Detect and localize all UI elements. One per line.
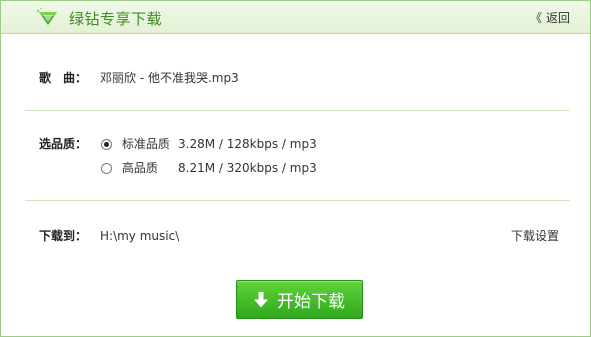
back-button[interactable]: 《返回 (530, 9, 570, 26)
green-diamond-logo-icon (36, 7, 57, 25)
song-name: 邓丽欣 - 他不准我哭.mp3 (100, 71, 239, 85)
back-label: 返回 (545, 11, 570, 25)
song-label: 歌 曲： (39, 71, 88, 85)
quality-label: 选品质： (39, 137, 88, 151)
quality-option-detail: 8.21M / 320kbps / mp3 (178, 161, 317, 175)
quality-label-row: 选品质： (39, 135, 87, 152)
radio-standard[interactable] (101, 139, 112, 150)
start-download-button[interactable]: 开始下载 (236, 280, 363, 319)
dialog-title: 绿钻专享下载 (69, 10, 163, 28)
download-settings-link[interactable]: 下载设置 (511, 227, 559, 244)
download-path: H:\my music\ (100, 229, 180, 243)
quality-option-name: 高品质 (121, 161, 158, 175)
double-chevron-left-icon: 《 (529, 11, 542, 25)
quality-option-high[interactable]: 高品质 (101, 159, 158, 176)
title-bar: 绿钻专享下载 《返回 (1, 1, 590, 34)
divider (25, 110, 570, 111)
quality-option-detail: 3.28M / 128kbps / mp3 (178, 137, 317, 151)
start-download-label: 开始下载 (277, 292, 345, 312)
quality-option-standard[interactable]: 标准品质 (101, 135, 170, 152)
song-row: 歌 曲： (39, 69, 87, 86)
download-arrow-icon (254, 291, 268, 307)
download-dialog: 绿钻专享下载 《返回 歌 曲： 邓丽欣 - 他不准我哭.mp3 选品质： 标准品… (0, 0, 591, 337)
download-to-label-row: 下载到： (39, 227, 87, 244)
radio-high[interactable] (101, 163, 112, 174)
download-to-label: 下载到： (39, 229, 88, 243)
divider (25, 200, 570, 201)
quality-option-name: 标准品质 (121, 137, 170, 151)
